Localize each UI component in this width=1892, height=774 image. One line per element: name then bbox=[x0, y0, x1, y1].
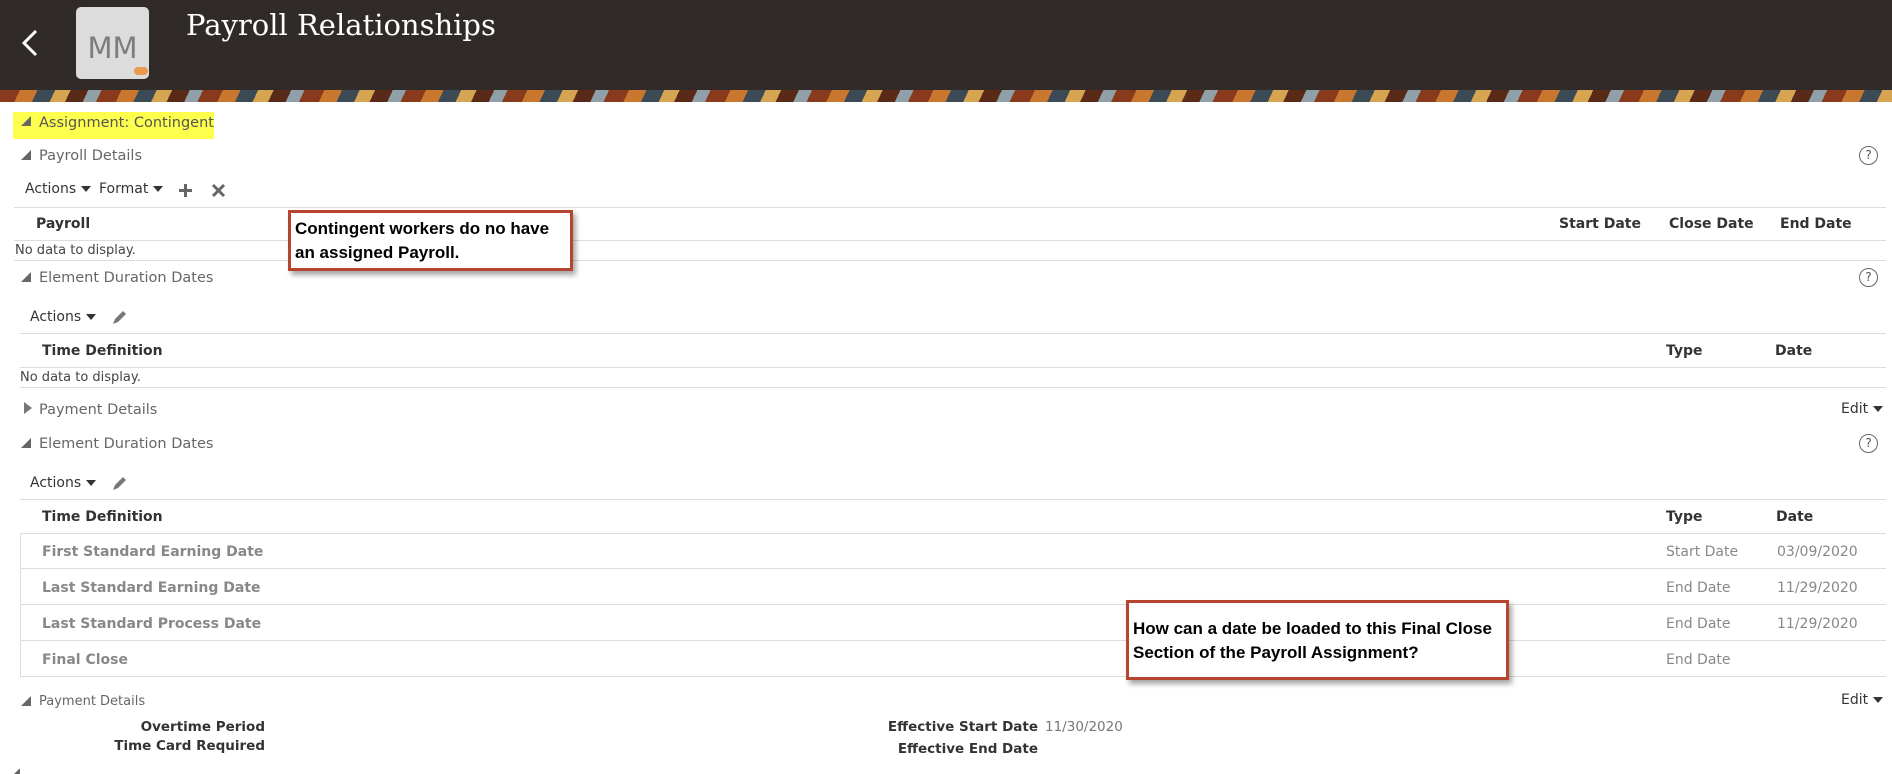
element-duration-title: Element Duration Dates bbox=[39, 436, 214, 452]
row-type: End Date bbox=[1666, 652, 1731, 668]
col-payroll: Payroll bbox=[36, 216, 91, 232]
callout-annotation: How can a date be loaded to this Final C… bbox=[1126, 600, 1509, 680]
collapse-triangle-icon[interactable] bbox=[21, 150, 31, 160]
caret-down-icon bbox=[153, 186, 164, 192]
help-icon[interactable]: ? bbox=[1859, 268, 1878, 287]
avatar[interactable]: MM bbox=[76, 7, 149, 79]
empty-message: No data to display. bbox=[20, 370, 141, 385]
avatar-status-dot bbox=[134, 67, 148, 75]
divider bbox=[20, 640, 1886, 641]
divider bbox=[20, 333, 1886, 334]
delete-icon[interactable] bbox=[211, 183, 226, 198]
divider bbox=[14, 207, 1886, 208]
header-banner bbox=[0, 90, 1892, 102]
effective-end-label: Effective End Date bbox=[897, 741, 1038, 757]
row-date: 03/09/2020 bbox=[1777, 544, 1858, 560]
effective-start-value: 11/30/2020 bbox=[1045, 719, 1123, 735]
divider bbox=[20, 533, 1886, 534]
back-arrow-icon[interactable] bbox=[18, 28, 44, 58]
caret-down-icon bbox=[86, 480, 97, 486]
actions-menu[interactable]: Actions bbox=[30, 309, 97, 325]
col-start-date: Start Date bbox=[1559, 216, 1641, 232]
payment-details-title: Payment Details bbox=[39, 694, 146, 709]
row-date: 11/29/2020 bbox=[1777, 616, 1858, 632]
format-menu[interactable]: Format bbox=[99, 181, 164, 197]
col-close-date: Close Date bbox=[1669, 216, 1754, 232]
overtime-period-label: Overtime Period bbox=[140, 719, 265, 735]
add-icon[interactable] bbox=[178, 183, 193, 198]
col-end-date: End Date bbox=[1780, 216, 1852, 232]
caret-down-icon bbox=[1873, 406, 1884, 412]
col-time-definition: Time Definition bbox=[42, 509, 163, 525]
empty-message: No data to display. bbox=[15, 243, 136, 258]
actions-label: Actions bbox=[30, 475, 82, 491]
caret-down-icon bbox=[1873, 697, 1884, 703]
collapse-triangle-icon[interactable] bbox=[21, 438, 31, 448]
edit-menu[interactable]: Edit bbox=[1841, 401, 1884, 417]
help-icon[interactable]: ? bbox=[1859, 434, 1878, 453]
row-date: 11/29/2020 bbox=[1777, 580, 1858, 596]
edit-menu[interactable]: Edit bbox=[1841, 692, 1884, 708]
actions-label: Actions bbox=[30, 309, 82, 325]
divider bbox=[20, 604, 1886, 605]
row-type: End Date bbox=[1666, 580, 1731, 596]
divider bbox=[20, 367, 1886, 368]
col-type: Type bbox=[1666, 343, 1703, 359]
actions-menu[interactable]: Actions bbox=[25, 181, 92, 197]
col-date: Date bbox=[1775, 343, 1813, 359]
assignment-label: Assignment: Contingent bbox=[39, 115, 214, 131]
divider bbox=[20, 533, 21, 677]
actions-label: Actions bbox=[25, 181, 77, 197]
row-type: End Date bbox=[1666, 616, 1731, 632]
expand-triangle-icon[interactable] bbox=[24, 402, 32, 414]
col-date: Date bbox=[1776, 509, 1814, 525]
col-type: Type bbox=[1666, 509, 1703, 525]
row-definition: Last Standard Earning Date bbox=[42, 580, 261, 596]
page-title: Payroll Relationships bbox=[186, 8, 496, 42]
edit-label: Edit bbox=[1841, 692, 1869, 708]
row-definition: Final Close bbox=[42, 652, 128, 668]
callout-annotation: Contingent workers do no have an assigne… bbox=[288, 210, 573, 271]
divider bbox=[20, 387, 1886, 388]
help-icon[interactable]: ? bbox=[1859, 146, 1878, 165]
divider bbox=[20, 499, 1886, 500]
time-card-required-label: Time Card Required bbox=[114, 738, 265, 754]
format-label: Format bbox=[99, 181, 149, 197]
collapse-triangle-icon[interactable] bbox=[14, 768, 20, 774]
effective-start-label: Effective Start Date bbox=[887, 719, 1038, 735]
row-definition: First Standard Earning Date bbox=[42, 544, 264, 560]
actions-menu[interactable]: Actions bbox=[30, 475, 97, 491]
edit-pencil-icon[interactable] bbox=[110, 475, 128, 493]
avatar-initials: MM bbox=[87, 31, 138, 65]
payment-details-title: Payment Details bbox=[39, 402, 158, 418]
caret-down-icon bbox=[81, 186, 92, 192]
edit-label: Edit bbox=[1841, 401, 1869, 417]
collapse-triangle-icon[interactable] bbox=[21, 116, 31, 126]
divider bbox=[20, 568, 1886, 569]
payroll-details-title: Payroll Details bbox=[39, 148, 143, 164]
divider bbox=[20, 676, 1886, 677]
caret-down-icon bbox=[86, 314, 97, 320]
edit-pencil-icon[interactable] bbox=[110, 309, 128, 327]
element-duration-title: Element Duration Dates bbox=[39, 270, 214, 286]
collapse-triangle-icon[interactable] bbox=[21, 272, 31, 282]
row-type: Start Date bbox=[1666, 544, 1739, 560]
row-definition: Last Standard Process Date bbox=[42, 616, 262, 632]
col-time-definition: Time Definition bbox=[42, 343, 163, 359]
collapse-triangle-icon[interactable] bbox=[21, 696, 31, 706]
